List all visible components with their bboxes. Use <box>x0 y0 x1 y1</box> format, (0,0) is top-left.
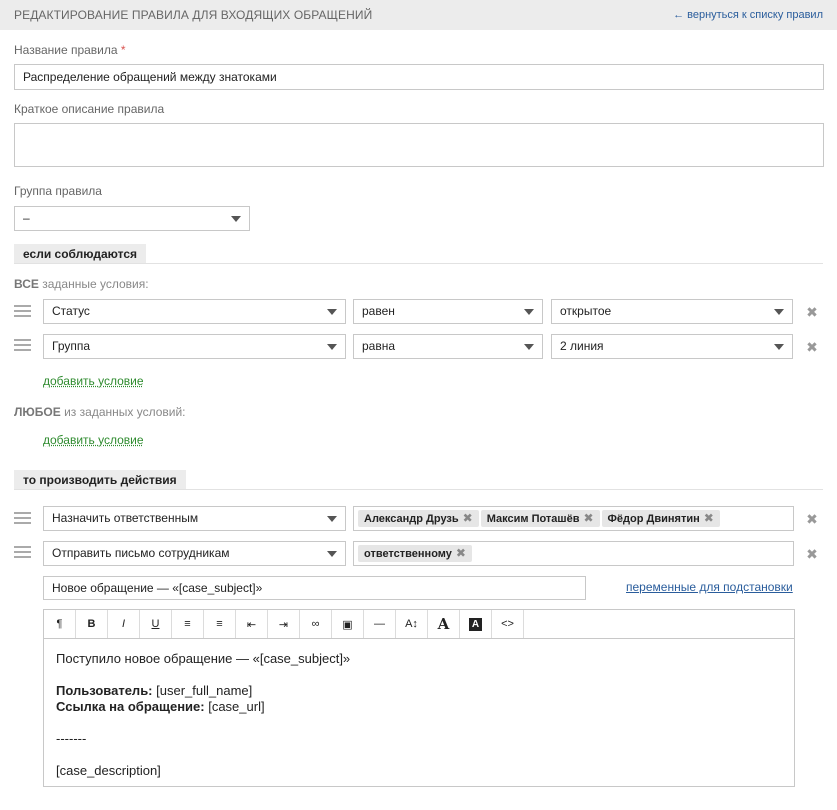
action-type-select[interactable]: Назначить ответственным <box>43 506 346 531</box>
rule-description-label: Краткое описание правила <box>14 102 165 116</box>
any-conditions-label: ЛЮБОЕ из заданных условий: <box>14 405 186 419</box>
all-conditions-label: ВСЕ заданные условия: <box>14 277 149 291</box>
assignees-tag-input[interactable]: Александр Друзь ✖ Максим Поташёв ✖ Фёдор Дви… <box>353 506 794 531</box>
recipients-tag-input[interactable]: ответственному ✖ <box>353 541 794 566</box>
editor-toolbar: ¶ B I U ≡ ≡ ⇤ ⇥ ∞ ▣ — A↕ A A <> <box>44 610 794 639</box>
add-condition-any-link[interactable]: добавить условие <box>43 433 144 447</box>
remove-condition-icon[interactable]: ✖ <box>806 305 818 319</box>
page-title: РЕДАКТИРОВАНИЕ ПРАВИЛА ДЛЯ ВХОДЯЩИХ ОБРА… <box>14 8 373 22</box>
close-icon[interactable]: ✖ <box>463 511 473 525</box>
email-body-editor[interactable]: ¶ B I U ≡ ≡ ⇤ ⇥ ∞ ▣ — A↕ A A <> Поступил… <box>43 609 795 787</box>
condition-value-select[interactable]: открытое <box>551 299 793 324</box>
editor-content[interactable]: Поступило новое обращение — «[case_subje… <box>44 639 794 791</box>
required-mark: * <box>120 43 126 57</box>
body-line-user: Пользователь: [user_full_name] <box>56 683 253 698</box>
rule-description-textarea[interactable] <box>14 123 824 167</box>
chevron-down-icon <box>327 516 337 522</box>
underline-icon[interactable]: U <box>140 610 172 638</box>
drag-handle-icon[interactable] <box>14 512 31 525</box>
action-type-select[interactable]: Отправить письмо сотрудникам <box>43 541 346 566</box>
font-color-icon[interactable]: A <box>428 610 460 638</box>
chevron-down-icon <box>524 344 534 350</box>
conditions-section-header: если соблюдаются <box>14 244 823 264</box>
body-line-link: Ссылка на обращение: [case_url] <box>56 699 265 714</box>
page-header: РЕДАКТИРОВАНИЕ ПРАВИЛА ДЛЯ ВХОДЯЩИХ ОБРА… <box>0 0 837 30</box>
chevron-down-icon <box>774 344 784 350</box>
email-subject-input[interactable]: Новое обращение — «[case_subject]» <box>43 576 586 600</box>
drag-handle-icon[interactable] <box>14 305 31 318</box>
background-color-icon[interactable]: A <box>460 610 492 638</box>
drag-handle-icon[interactable] <box>14 339 31 352</box>
remove-condition-icon[interactable]: ✖ <box>806 340 818 354</box>
tag-chip: Александр Друзь ✖ <box>358 510 479 527</box>
outdent-icon[interactable]: ⇤ <box>236 610 268 638</box>
italic-icon[interactable]: I <box>108 610 140 638</box>
body-line-separator: ------- <box>56 731 87 746</box>
source-code-icon[interactable]: <> <box>492 610 524 638</box>
rule-name-label: Название правила * <box>14 43 126 57</box>
horizontal-rule-icon[interactable]: — <box>364 610 396 638</box>
actions-section-title: то производить действия <box>14 470 186 490</box>
bulleted-list-icon[interactable]: ≡ <box>172 610 204 638</box>
indent-icon[interactable]: ⇥ <box>268 610 300 638</box>
divider <box>14 263 823 264</box>
remove-action-icon[interactable]: ✖ <box>806 512 818 526</box>
condition-operator-select[interactable]: равен <box>353 299 543 324</box>
condition-value-select[interactable]: 2 линия <box>551 334 793 359</box>
paragraph-icon[interactable]: ¶ <box>44 610 76 638</box>
tag-chip: ответственному ✖ <box>358 545 472 562</box>
rule-group-label: Группа правила <box>14 184 102 198</box>
close-icon[interactable]: ✖ <box>583 511 593 525</box>
condition-field-select[interactable]: Статус <box>43 299 346 324</box>
rule-group-select[interactable]: – <box>14 206 250 231</box>
close-icon[interactable]: ✖ <box>704 511 714 525</box>
link-icon[interactable]: ∞ <box>300 610 332 638</box>
rule-name-input[interactable]: Распределение обращений между знатоками <box>14 64 824 90</box>
conditions-section-title: если соблюдаются <box>14 244 146 264</box>
chevron-down-icon <box>524 309 534 315</box>
numbered-list-icon[interactable]: ≡ <box>204 610 236 638</box>
add-condition-all-link[interactable]: добавить условие <box>43 374 144 388</box>
actions-section-header: то производить действия <box>14 470 823 490</box>
chevron-down-icon <box>327 309 337 315</box>
rule-group-value: – <box>23 211 30 225</box>
chevron-down-icon <box>231 216 241 222</box>
body-line-intro: Поступило новое обращение — «[case_subje… <box>56 651 351 666</box>
drag-handle-icon[interactable] <box>14 546 31 559</box>
back-to-rules-link[interactable]: ← вернуться к списку правил <box>673 9 823 21</box>
divider <box>14 489 823 490</box>
tag-chip: Фёдор Двинятин ✖ <box>601 510 720 527</box>
body-line-description: [case_description] <box>56 763 161 778</box>
variables-link[interactable]: переменные для подстановки <box>626 580 793 594</box>
bold-icon[interactable]: B <box>76 610 108 638</box>
image-icon[interactable]: ▣ <box>332 610 364 638</box>
remove-action-icon[interactable]: ✖ <box>806 547 818 561</box>
tag-chip: Максим Поташёв ✖ <box>480 510 600 527</box>
chevron-down-icon <box>327 551 337 557</box>
font-size-icon[interactable]: A↕ <box>396 610 428 638</box>
chevron-down-icon <box>774 309 784 315</box>
close-icon[interactable]: ✖ <box>456 546 466 560</box>
condition-field-select[interactable]: Группа <box>43 334 346 359</box>
condition-operator-select[interactable]: равна <box>353 334 543 359</box>
chevron-down-icon <box>327 344 337 350</box>
